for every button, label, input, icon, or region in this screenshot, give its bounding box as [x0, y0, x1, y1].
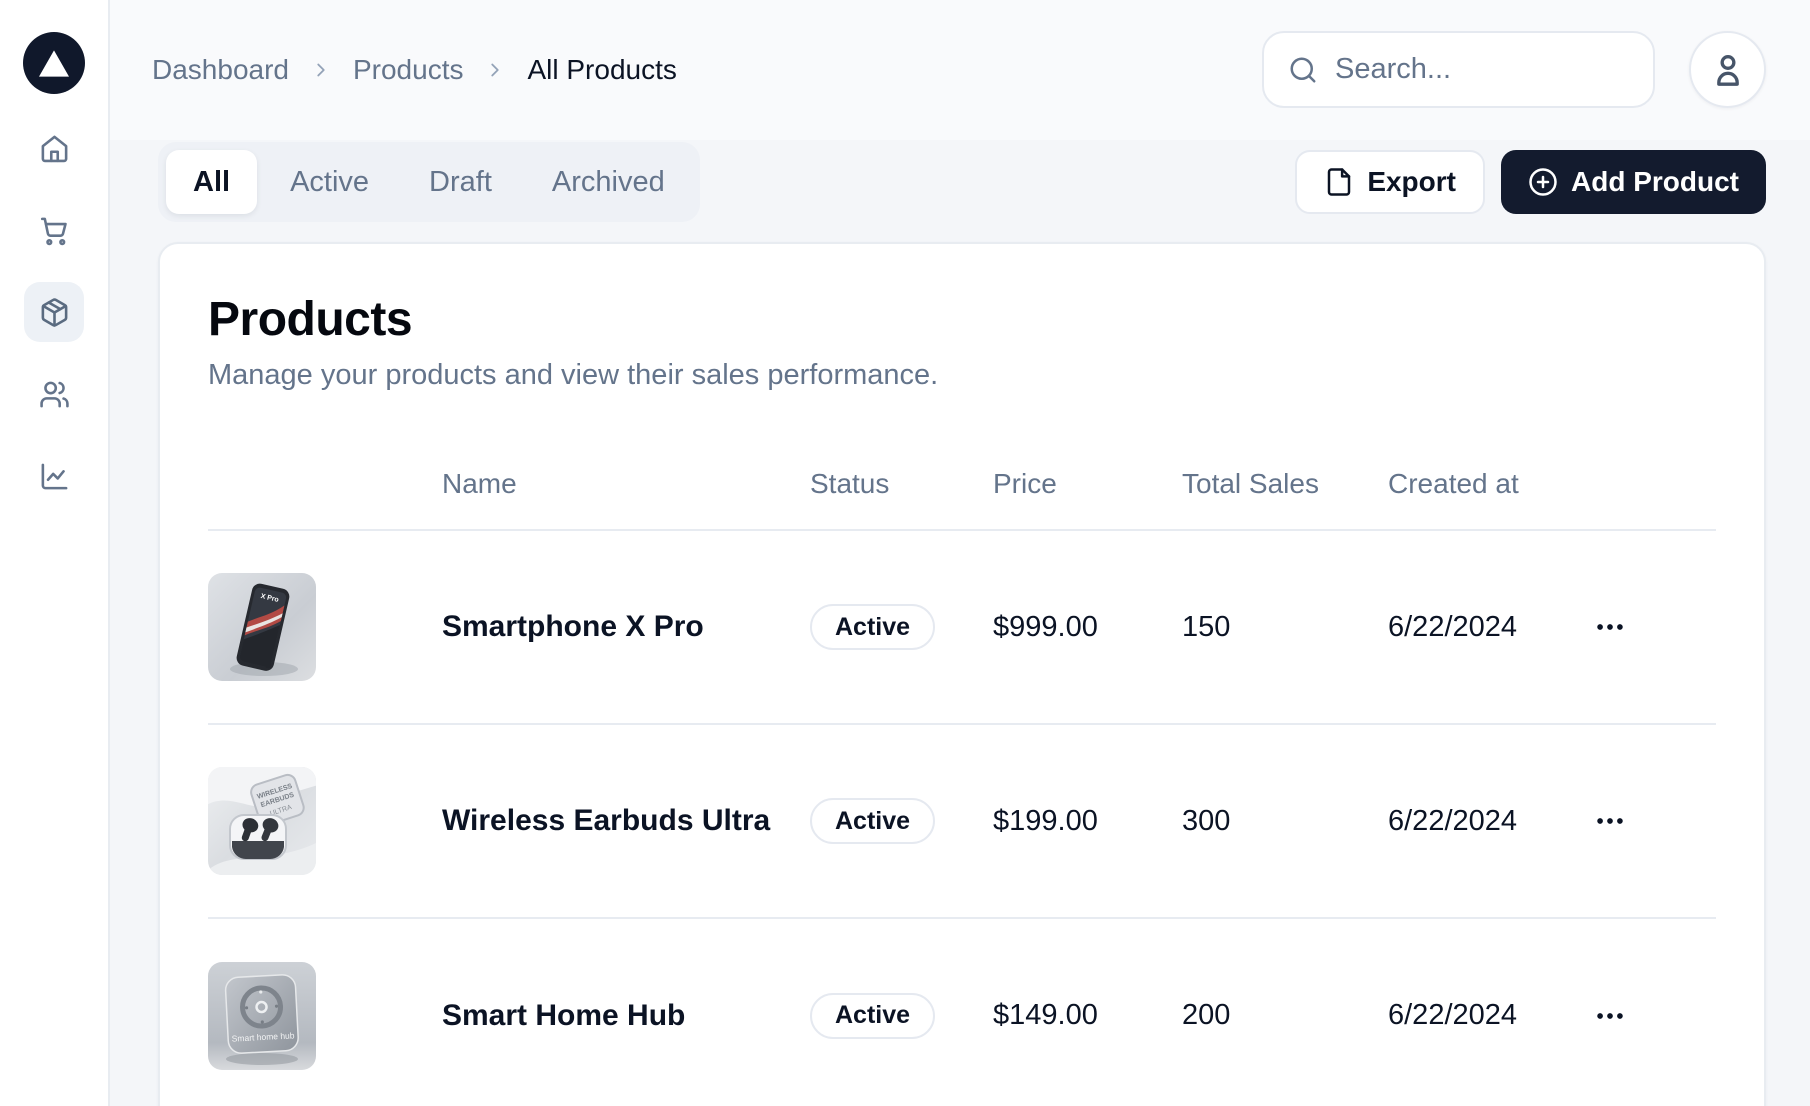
shopping-cart-icon — [39, 215, 70, 246]
product-created-at: 6/22/2024 — [1388, 530, 1578, 724]
export-label: Export — [1367, 166, 1456, 198]
vercel-triangle-icon — [39, 50, 69, 77]
products-table: Name Status Price Total Sales Created at — [208, 438, 1716, 1106]
breadcrumb-all-products: All Products — [527, 54, 676, 86]
table-row: Smart home hub Smart Home Hub Active $14… — [208, 918, 1716, 1106]
package-icon — [39, 297, 70, 328]
product-name: Smart Home Hub — [442, 918, 810, 1106]
toolbar: All Active Draft Archived Export Add Pro… — [158, 142, 1766, 222]
sidebar-item-dashboard[interactable] — [24, 118, 84, 178]
breadcrumb-products[interactable]: Products — [353, 54, 464, 86]
product-name: Wireless Earbuds Ultra — [442, 724, 810, 918]
status-badge: Active — [810, 993, 935, 1039]
breadcrumb-dashboard[interactable]: Dashboard — [152, 54, 289, 86]
ellipsis-icon — [1593, 610, 1627, 644]
product-image-smartphone: X Pro — [208, 573, 316, 681]
column-image — [208, 438, 442, 530]
sidebar-item-analytics[interactable] — [24, 446, 84, 506]
column-price: Price — [993, 438, 1182, 530]
product-name: Smartphone X Pro — [442, 530, 810, 724]
product-price: $999.00 — [993, 530, 1182, 724]
ellipsis-icon — [1593, 804, 1627, 838]
row-actions-button[interactable] — [1578, 595, 1642, 659]
table-row: WIRELESS EARBUDS ULTRA Wireles — [208, 724, 1716, 918]
search-box — [1262, 31, 1655, 108]
table-header-row: Name Status Price Total Sales Created at — [208, 438, 1716, 530]
product-total-sales: 300 — [1182, 724, 1388, 918]
product-total-sales: 150 — [1182, 530, 1388, 724]
app-logo[interactable] — [23, 32, 85, 94]
page-title: Products — [208, 292, 1716, 347]
breadcrumb: Dashboard Products All Products — [152, 54, 677, 86]
product-created-at: 6/22/2024 — [1388, 724, 1578, 918]
status-badge: Active — [810, 604, 935, 650]
home-icon — [39, 133, 70, 164]
tab-active[interactable]: Active — [263, 150, 396, 214]
tab-archived[interactable]: Archived — [525, 150, 692, 214]
column-created-at: Created at — [1388, 438, 1578, 530]
tabs-list: All Active Draft Archived — [158, 142, 700, 222]
ellipsis-icon — [1593, 999, 1627, 1033]
sidebar-item-products[interactable] — [24, 282, 84, 342]
status-badge: Active — [810, 798, 935, 844]
row-actions-button[interactable] — [1578, 984, 1642, 1048]
sidebar-item-orders[interactable] — [24, 200, 84, 260]
search-icon — [1288, 55, 1318, 85]
chevron-right-icon — [484, 59, 506, 81]
page-description: Manage your products and view their sale… — [208, 359, 1716, 392]
product-total-sales: 200 — [1182, 918, 1388, 1106]
add-product-label: Add Product — [1571, 166, 1739, 198]
main-content: Dashboard Products All Products — [110, 0, 1810, 1106]
circle-plus-icon — [1528, 167, 1558, 197]
product-image-earbuds: WIRELESS EARBUDS ULTRA — [208, 767, 316, 875]
topbar: Dashboard Products All Products — [158, 31, 1766, 108]
sidebar-nav — [24, 118, 84, 506]
user-menu-button[interactable] — [1689, 31, 1766, 108]
users-icon — [39, 379, 70, 410]
export-button[interactable]: Export — [1295, 150, 1485, 214]
line-chart-icon — [39, 461, 70, 492]
user-icon — [1708, 50, 1748, 90]
add-product-button[interactable]: Add Product — [1501, 150, 1766, 214]
file-icon — [1324, 167, 1354, 197]
toolbar-actions: Export Add Product — [1295, 150, 1766, 214]
topbar-right — [1262, 31, 1766, 108]
column-status: Status — [810, 438, 993, 530]
table-row: X Pro Smartphone X Pro Active $999.00 15… — [208, 530, 1716, 724]
product-created-at: 6/22/2024 — [1388, 918, 1578, 1106]
search-input[interactable] — [1335, 53, 1629, 86]
column-total-sales: Total Sales — [1182, 438, 1388, 530]
product-price: $149.00 — [993, 918, 1182, 1106]
sidebar-item-customers[interactable] — [24, 364, 84, 424]
chevron-right-icon — [310, 59, 332, 81]
column-name: Name — [442, 438, 810, 530]
product-price: $199.00 — [993, 724, 1182, 918]
products-card: Products Manage your products and view t… — [158, 242, 1766, 1106]
product-image-smart-home-hub: Smart home hub — [208, 962, 316, 1070]
row-actions-button[interactable] — [1578, 789, 1642, 853]
tab-all[interactable]: All — [166, 150, 257, 214]
sidebar — [0, 0, 110, 1106]
tab-draft[interactable]: Draft — [402, 150, 519, 214]
column-actions — [1578, 438, 1716, 530]
